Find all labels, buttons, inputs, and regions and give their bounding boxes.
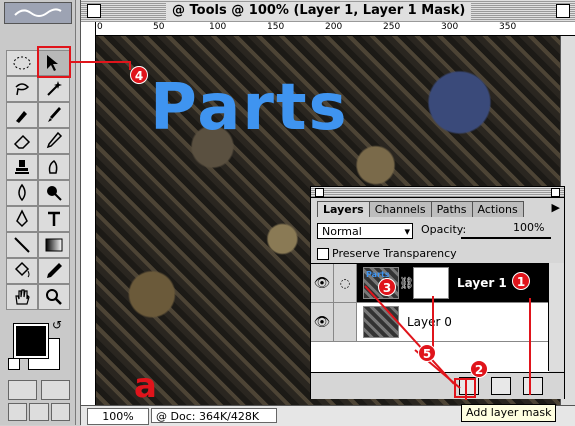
visibility-eye-icon[interactable]: 👁	[311, 264, 334, 302]
tab-paths[interactable]: Paths	[430, 201, 473, 217]
tab-channels[interactable]: Channels	[368, 201, 432, 217]
ruler-tick: 50	[153, 22, 165, 32]
tab-actions[interactable]: Actions	[471, 201, 524, 217]
ruler-tick: 0	[97, 22, 103, 32]
window-title: @ Tools @ 100% (Layer 1, Layer 1 Mask)	[166, 2, 472, 20]
callout-badge: 4	[130, 66, 148, 84]
line-tool-icon[interactable]	[6, 232, 38, 258]
hand-tool-icon[interactable]	[6, 284, 38, 310]
ruler-tick: 250	[383, 22, 401, 32]
palette-title-bar[interactable]	[311, 187, 564, 198]
lasso-tool-icon[interactable]	[6, 76, 38, 102]
layer-name: Layer 0	[407, 315, 452, 329]
zoom-tool-icon[interactable]	[38, 284, 70, 310]
doc-size-info[interactable]: @ Doc: 364K/428K	[151, 408, 277, 423]
marquee-tool-icon[interactable]	[6, 50, 38, 76]
horizontal-ruler: 0 50 100 150 200 250 300 350	[95, 22, 575, 36]
ruler-tick: 350	[499, 22, 517, 32]
zoom-box-icon[interactable]	[556, 4, 570, 18]
color-swatches[interactable]: ↺	[8, 318, 70, 376]
type-tool-icon[interactable]	[38, 206, 70, 232]
palette-close-icon[interactable]	[315, 188, 324, 197]
paintbrush-tool-icon[interactable]	[38, 102, 70, 128]
palette-button-bar	[311, 372, 564, 399]
callout-badge: 5	[418, 344, 436, 362]
ruler-tick: 150	[267, 22, 285, 32]
opacity-label: Opacity:	[421, 223, 467, 236]
full-screen-menu-button[interactable]	[29, 403, 49, 421]
move-tool-highlight	[37, 46, 71, 78]
foreground-color-swatch[interactable]	[14, 324, 48, 358]
smudge-tool-icon[interactable]	[38, 154, 70, 180]
paint-bucket-tool-icon[interactable]	[6, 258, 38, 284]
callout-badge: 1	[512, 272, 530, 290]
magic-wand-tool-icon[interactable]	[38, 76, 70, 102]
standard-screen-button[interactable]	[8, 403, 28, 421]
callout-badge: 3	[378, 278, 396, 296]
standard-mode-button[interactable]	[8, 380, 37, 400]
toolbox-logo	[4, 2, 72, 24]
dodge-tool-icon[interactable]	[38, 180, 70, 206]
new-layer-button[interactable]	[491, 377, 511, 395]
ruler-tick: 300	[441, 22, 459, 32]
gradient-tool-icon[interactable]	[38, 232, 70, 258]
opacity-slider[interactable]	[461, 237, 551, 239]
add-layer-mask-tooltip: Add layer mask	[461, 404, 557, 422]
palette-scrollbar[interactable]	[548, 263, 564, 371]
pencil-tool-icon[interactable]	[38, 128, 70, 154]
mask-mode-buttons	[8, 380, 70, 400]
preserve-transparency[interactable]: Preserve Transparency	[317, 247, 457, 260]
vertical-ruler	[81, 22, 96, 405]
full-screen-button[interactable]	[50, 403, 70, 421]
airbrush-tool-icon[interactable]	[6, 102, 38, 128]
link-chain-icon[interactable]: ⛓	[399, 276, 414, 290]
mask-button-highlight	[454, 378, 476, 398]
palette-zoom-icon[interactable]	[551, 188, 560, 197]
mask-edit-icon[interactable]: ◌	[334, 264, 357, 302]
trash-icon[interactable]	[523, 377, 543, 395]
eyedropper-tool-icon[interactable]	[38, 258, 70, 284]
opacity-value[interactable]: 100%	[513, 221, 544, 234]
quick-mask-mode-button[interactable]	[41, 380, 70, 400]
layer-name: Layer 1	[457, 276, 507, 290]
palette-tabs: Layers Channels Paths Actions	[317, 201, 524, 217]
layer-row-layer-0[interactable]: 👁 Layer 0	[311, 303, 549, 342]
eraser-tool-icon[interactable]	[6, 128, 38, 154]
preserve-transparency-label: Preserve Transparency	[332, 247, 457, 260]
ruler-tick: 200	[325, 22, 343, 32]
layer-mask-thumbnail[interactable]	[413, 267, 449, 299]
blend-mode-value: Normal	[322, 225, 362, 238]
visibility-eye-icon[interactable]: 👁	[311, 303, 334, 341]
brush-slot[interactable]	[334, 303, 357, 341]
zoom-field[interactable]: 100%	[87, 408, 149, 425]
blend-mode-select[interactable]: Normal ▾	[317, 223, 413, 239]
layers-palette: Layers Channels Paths Actions ▶ Normal ▾…	[310, 186, 565, 399]
palette-menu-arrow-icon[interactable]: ▶	[552, 201, 560, 214]
preserve-transparency-checkbox[interactable]	[317, 247, 329, 260]
parts-headline: Parts	[150, 71, 349, 145]
pen-tool-icon[interactable]	[6, 206, 38, 232]
layer-thumbnail	[363, 306, 399, 338]
chevron-down-icon: ▾	[404, 225, 410, 238]
ruler-tick: 100	[209, 22, 227, 32]
screen-mode-buttons	[8, 403, 70, 421]
title-bar[interactable]: @ Tools @ 100% (Layer 1, Layer 1 Mask)	[81, 0, 575, 23]
close-box-icon[interactable]	[87, 4, 101, 18]
rubber-stamp-tool-icon[interactable]	[6, 154, 38, 180]
figure-label: a	[134, 366, 157, 406]
callout-badge: 2	[470, 360, 488, 378]
tab-layers[interactable]: Layers	[317, 201, 370, 217]
blur-tool-icon[interactable]	[6, 180, 38, 206]
default-colors-icon[interactable]	[8, 358, 20, 370]
swap-colors-icon[interactable]: ↺	[52, 318, 62, 332]
